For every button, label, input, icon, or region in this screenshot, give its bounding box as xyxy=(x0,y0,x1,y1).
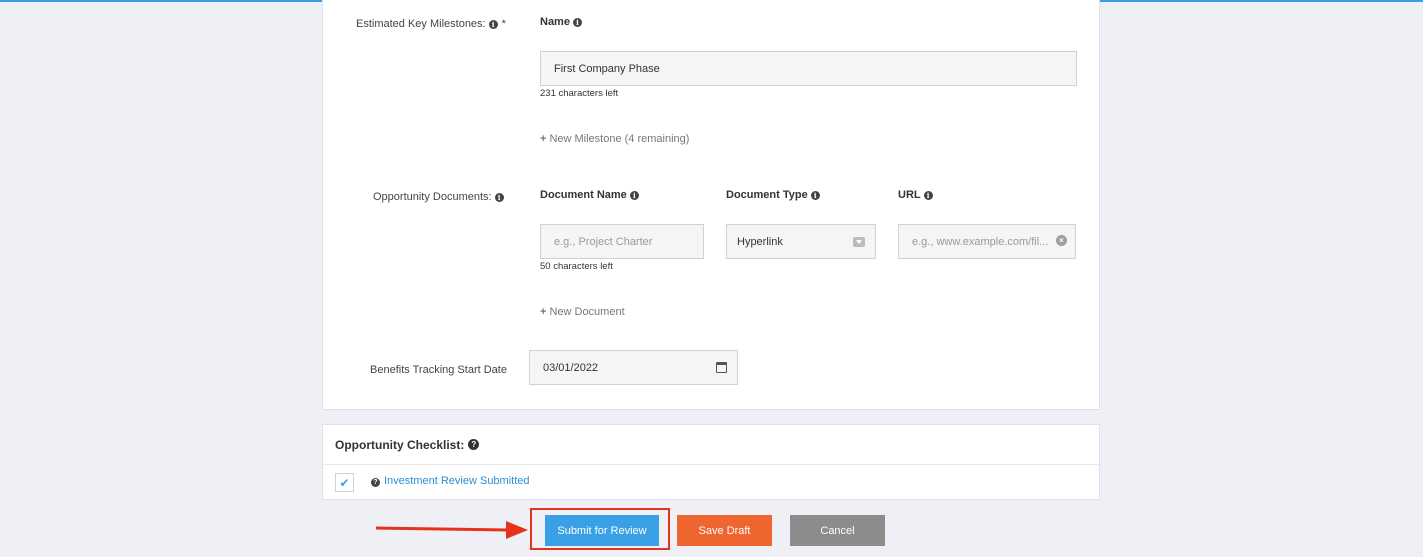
opportunity-checklist: Opportunity Checklist:? ✔ ? Investment Re… xyxy=(322,424,1100,500)
question-circle-icon[interactable]: ? xyxy=(371,478,380,487)
documents-label: Opportunity Documents: i xyxy=(373,191,504,203)
info-icon: i xyxy=(488,20,498,29)
url-header: URL i xyxy=(898,189,933,201)
milestone-name-input[interactable]: First Company Phase xyxy=(540,51,1077,86)
document-name-input[interactable]: e.g., Project Charter xyxy=(540,224,704,259)
info-icon: i xyxy=(572,18,582,27)
info-icon: i xyxy=(810,191,820,200)
cancel-button[interactable]: Cancel xyxy=(790,515,885,546)
benefits-start-date-label: Benefits Tracking Start Date xyxy=(370,364,507,376)
opportunity-form-card: Estimated Key Milestones: i * Name i First … xyxy=(322,0,1100,410)
dropdown-arrow-icon xyxy=(853,237,865,247)
investment-review-link[interactable]: Investment Review Submitted xyxy=(384,475,530,487)
calendar-icon[interactable] xyxy=(716,362,727,373)
question-circle-icon[interactable]: ? xyxy=(468,439,480,450)
milestones-label: Estimated Key Milestones: i * xyxy=(356,18,506,30)
arrow-annotation xyxy=(375,521,528,539)
info-icon: i xyxy=(923,191,933,200)
document-type-select[interactable]: Hyperlink xyxy=(726,224,876,259)
info-icon: i xyxy=(494,193,504,202)
save-draft-button[interactable]: Save Draft xyxy=(677,515,772,546)
submit-for-review-button[interactable]: Submit for Review xyxy=(545,515,659,546)
checklist-item: ? Investment Review Submitted xyxy=(371,475,530,487)
plus-icon: + xyxy=(540,306,547,318)
milestone-name-header: Name i xyxy=(540,16,582,28)
new-document-button[interactable]: + New Document xyxy=(540,306,625,318)
document-type-header: Document Type i xyxy=(726,189,820,201)
check-icon: ✔ xyxy=(339,475,350,490)
clear-icon[interactable]: × xyxy=(1056,235,1067,246)
plus-icon: + xyxy=(540,133,547,145)
benefits-start-date-input[interactable]: 03/01/2022 xyxy=(529,350,738,385)
new-milestone-button[interactable]: + New Milestone (4 remaining) xyxy=(540,133,689,145)
document-name-char-count: 50 characters left xyxy=(540,261,613,272)
investment-review-checkbox[interactable]: ✔ xyxy=(335,473,354,492)
url-input[interactable]: e.g., www.example.com/fil... × xyxy=(898,224,1076,259)
info-icon: i xyxy=(629,191,639,200)
required-asterisk: * xyxy=(501,18,506,30)
document-name-header: Document Name i xyxy=(540,189,639,201)
milestone-name-char-count: 231 characters left xyxy=(540,88,619,99)
checklist-header: Opportunity Checklist:? xyxy=(323,425,1099,465)
